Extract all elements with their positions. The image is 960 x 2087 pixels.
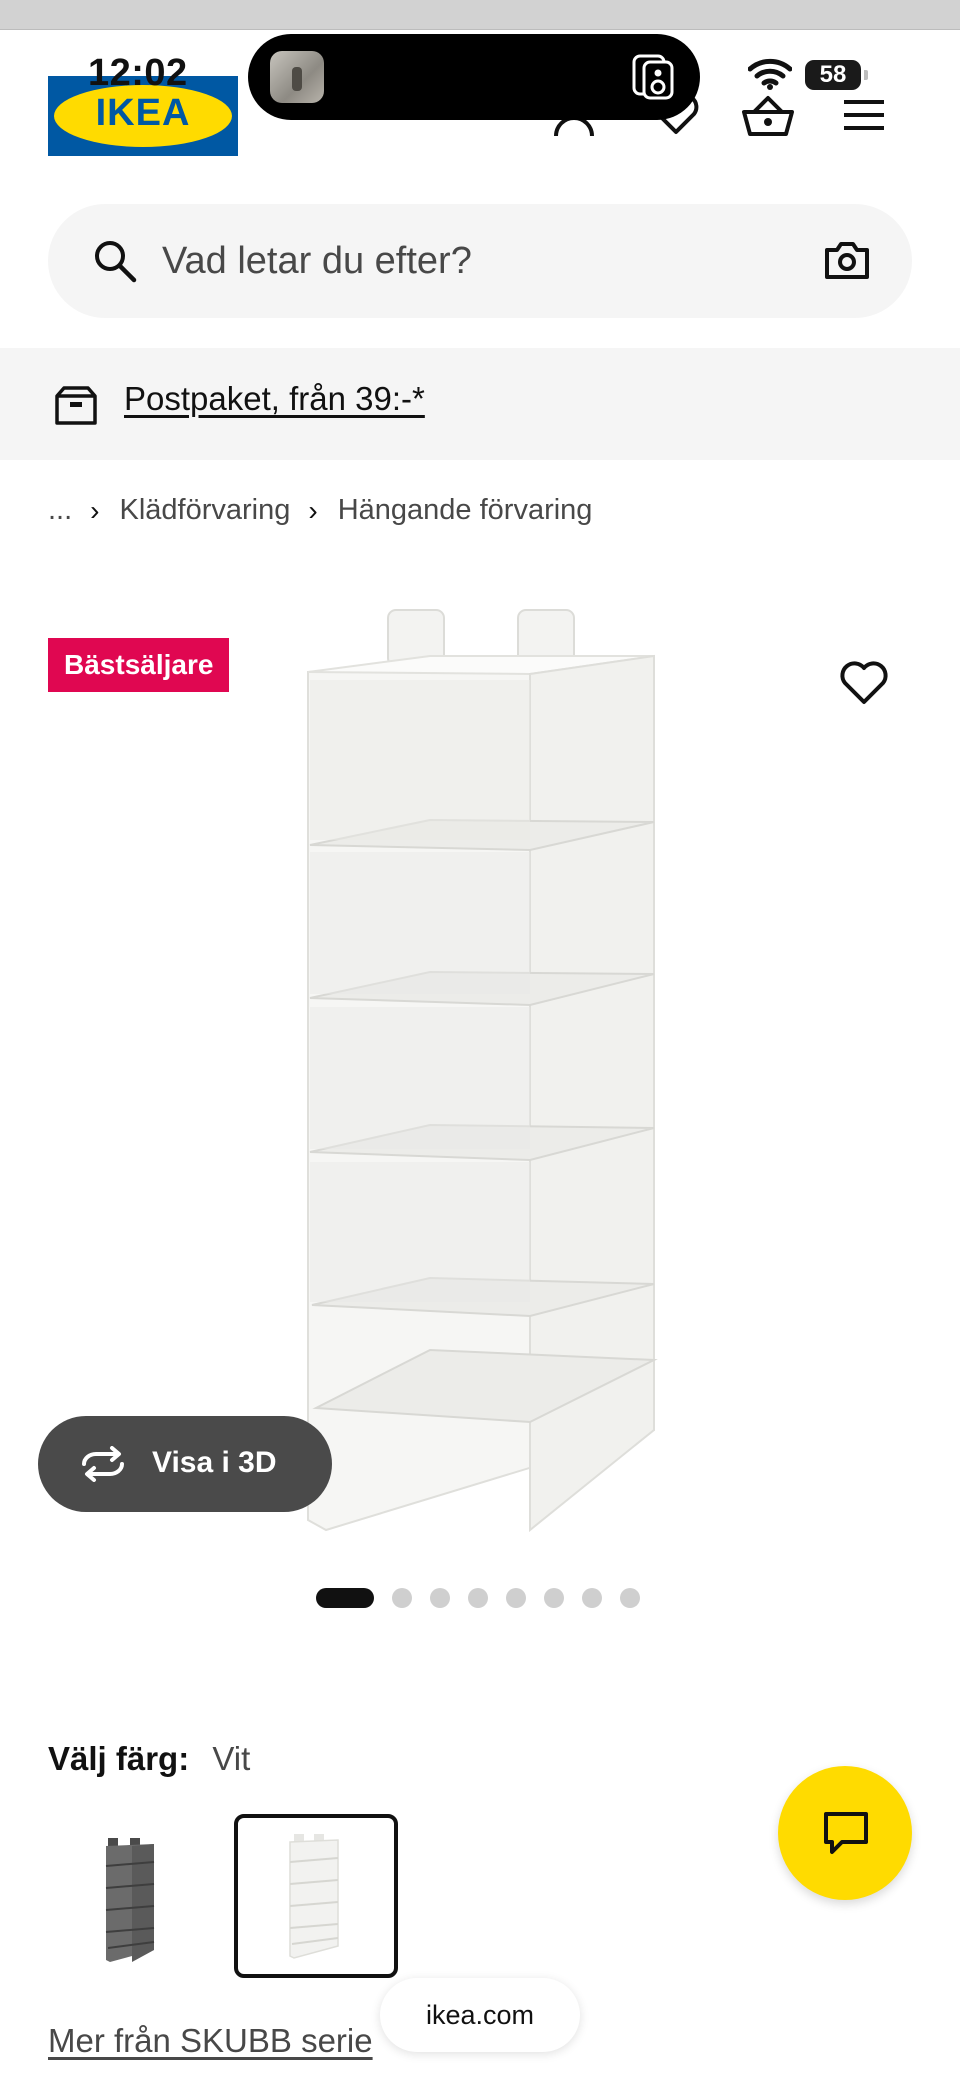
chevron-right-icon: › bbox=[90, 494, 100, 526]
gallery-dot[interactable] bbox=[582, 1588, 602, 1608]
gallery-pagination[interactable] bbox=[316, 1588, 658, 1608]
speaker-icon bbox=[632, 54, 674, 100]
gallery-dot[interactable] bbox=[468, 1588, 488, 1608]
delivery-banner[interactable]: Postpaket, från 39:-* bbox=[0, 348, 960, 460]
series-link[interactable]: Mer från SKUBB serie bbox=[48, 2022, 373, 2060]
gallery-dot[interactable] bbox=[506, 1588, 526, 1608]
menu-icon[interactable] bbox=[842, 96, 886, 134]
browser-top-strip bbox=[0, 0, 960, 30]
view-in-3d-label: Visa i 3D bbox=[152, 1446, 277, 1479]
rotate-3d-icon bbox=[82, 1446, 124, 1482]
search-input[interactable]: Vad letar du efter? bbox=[162, 240, 472, 283]
breadcrumb: ... › Klädförvaring › Hängande förvaring bbox=[48, 494, 592, 527]
view-in-3d-button[interactable]: Visa i 3D bbox=[38, 1416, 332, 1512]
chevron-right-icon: › bbox=[308, 494, 318, 526]
white-organizer-thumbnail bbox=[289, 1834, 339, 1959]
color-option-grey[interactable] bbox=[50, 1814, 214, 1978]
breadcrumb-item[interactable]: ... bbox=[48, 494, 72, 527]
color-selector-heading: Välj färg: Vit bbox=[48, 1740, 250, 1778]
wifi-icon bbox=[748, 58, 792, 90]
grey-organizer-thumbnail bbox=[105, 1838, 155, 1962]
chat-button[interactable] bbox=[778, 1766, 912, 1900]
color-option-white[interactable] bbox=[234, 1814, 398, 1978]
parcel-icon bbox=[55, 386, 97, 425]
chat-icon bbox=[824, 1812, 868, 1854]
breadcrumb-item[interactable]: Klädförvaring bbox=[120, 494, 291, 527]
breadcrumb-item[interactable]: Hängande förvaring bbox=[338, 494, 593, 527]
logo-text: IKEA bbox=[95, 92, 191, 134]
bestseller-badge: Bästsäljare bbox=[48, 638, 230, 692]
product-image[interactable] bbox=[280, 600, 680, 1540]
battery-indicator: 58 bbox=[805, 60, 868, 90]
status-time: 12:02 bbox=[88, 52, 188, 94]
delivery-link[interactable]: Postpaket, från 39:-* bbox=[124, 380, 425, 418]
gallery-dot[interactable] bbox=[620, 1588, 640, 1608]
camera-icon[interactable] bbox=[824, 240, 870, 280]
basket-icon[interactable] bbox=[740, 92, 796, 140]
heart-icon[interactable] bbox=[838, 660, 890, 706]
gallery-dot[interactable] bbox=[544, 1588, 564, 1608]
color-label: Välj färg: bbox=[48, 1740, 190, 1777]
address-bar[interactable]: ikea.com bbox=[380, 1978, 580, 2052]
search-icon bbox=[95, 241, 137, 283]
search-bar[interactable]: Vad letar du efter? bbox=[48, 204, 912, 318]
gallery-dot[interactable] bbox=[430, 1588, 450, 1608]
gallery-dot[interactable] bbox=[316, 1588, 374, 1608]
color-value: Vit bbox=[212, 1740, 251, 1777]
now-playing-thumbnail bbox=[270, 51, 324, 103]
gallery-dot[interactable] bbox=[392, 1588, 412, 1608]
dynamic-island[interactable] bbox=[248, 34, 700, 120]
